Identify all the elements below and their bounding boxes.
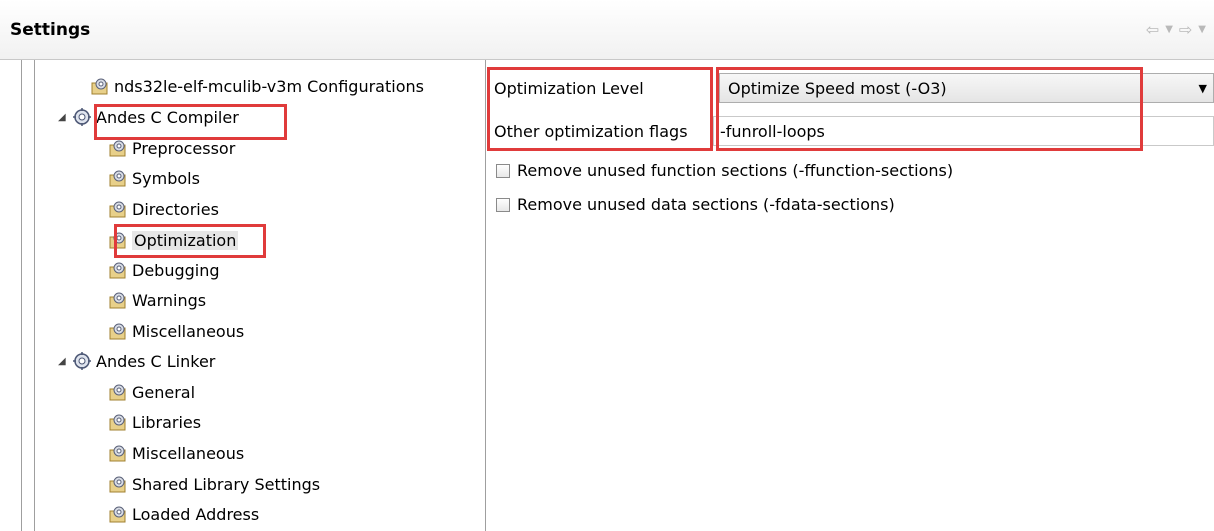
left-border xyxy=(21,60,22,531)
expand-toggle-icon[interactable]: ◢ xyxy=(58,356,72,367)
checkbox-label: Remove unused data sections (-fdata-sect… xyxy=(517,195,895,214)
tool-config-icon xyxy=(109,323,126,340)
tool-config-icon xyxy=(109,445,126,462)
tree-border xyxy=(34,60,35,531)
settings-header: Settings ⇦ ▼ ⇨ ▼ xyxy=(0,0,1214,60)
back-dropdown-icon[interactable]: ▼ xyxy=(1165,22,1173,38)
tool-config-icon xyxy=(109,140,126,157)
tool-config-icon xyxy=(109,262,126,279)
tree-item-directories[interactable]: Directories xyxy=(108,195,219,223)
tree-item-configurations[interactable]: nds32le-elf-mculib-v3m Configurations xyxy=(90,72,424,100)
tree-item-label: Symbols xyxy=(132,168,200,188)
tool-config-icon xyxy=(109,414,126,431)
tree-item-debugging[interactable]: Debugging xyxy=(108,256,220,284)
tree-item-label: Libraries xyxy=(132,412,202,432)
highlight-box-option-values xyxy=(716,67,1143,151)
panel-splitter[interactable] xyxy=(485,60,486,531)
expand-toggle-icon[interactable]: ◢ xyxy=(58,112,72,123)
tree-item-label: Debugging xyxy=(132,260,220,280)
tree-item-label: nds32le-elf-mculib-v3m Configurations xyxy=(114,76,424,96)
tree-item-label: Miscellaneous xyxy=(132,321,245,341)
tree-item-label: General xyxy=(132,382,196,402)
back-arrow-icon[interactable]: ⇦ xyxy=(1146,22,1159,38)
tree-item-label: Andes C Linker xyxy=(96,351,216,371)
tree-item-linker-miscellaneous[interactable]: Miscellaneous xyxy=(108,439,244,467)
tool-config-icon xyxy=(91,78,108,95)
dropdown-arrow-icon[interactable]: ▼ xyxy=(1199,82,1207,95)
highlight-box-optimization xyxy=(114,224,266,258)
tool-config-icon xyxy=(109,506,126,523)
tool-config-icon xyxy=(109,292,126,309)
tree-item-label: Preprocessor xyxy=(132,138,236,158)
tree-item-shared-library-settings[interactable]: Shared Library Settings xyxy=(108,470,320,498)
tree-item-libraries[interactable]: Libraries xyxy=(108,408,201,436)
highlight-box-option-labels xyxy=(487,67,713,151)
remove-data-sections-option[interactable]: Remove unused data sections (-fdata-sect… xyxy=(496,195,895,214)
remove-function-sections-option[interactable]: Remove unused function sections (-ffunct… xyxy=(496,161,953,180)
tree-item-warnings[interactable]: Warnings xyxy=(108,286,206,314)
tool-config-icon xyxy=(109,384,126,401)
tree-item-loaded-address[interactable]: Loaded Address xyxy=(108,500,259,528)
tree-item-label: Shared Library Settings xyxy=(132,474,321,494)
tree-item-label: Loaded Address xyxy=(132,504,260,524)
forward-arrow-icon[interactable]: ⇨ xyxy=(1179,22,1192,38)
checkbox-label: Remove unused function sections (-ffunct… xyxy=(517,161,954,180)
history-nav: ⇦ ▼ ⇨ ▼ xyxy=(1146,22,1206,38)
tree-item-label: Miscellaneous xyxy=(132,443,245,463)
tree-item-label: Directories xyxy=(132,199,219,219)
tool-config-icon xyxy=(109,476,126,493)
tool-config-icon xyxy=(109,170,126,187)
linker-gear-icon xyxy=(73,352,91,370)
tree-item-andes-c-linker[interactable]: ◢ Andes C Linker xyxy=(58,347,215,375)
tree-item-general[interactable]: General xyxy=(108,378,195,406)
forward-dropdown-icon[interactable]: ▼ xyxy=(1198,22,1206,38)
page-title: Settings xyxy=(10,20,91,40)
tree-item-label: Warnings xyxy=(132,290,207,310)
tool-config-icon xyxy=(109,201,126,218)
checkbox[interactable] xyxy=(496,163,510,178)
checkbox[interactable] xyxy=(496,197,510,212)
tree-item-symbols[interactable]: Symbols xyxy=(108,164,200,192)
highlight-box-compiler xyxy=(94,104,287,140)
tree-item-miscellaneous[interactable]: Miscellaneous xyxy=(108,317,244,345)
compiler-gear-icon xyxy=(73,108,91,126)
